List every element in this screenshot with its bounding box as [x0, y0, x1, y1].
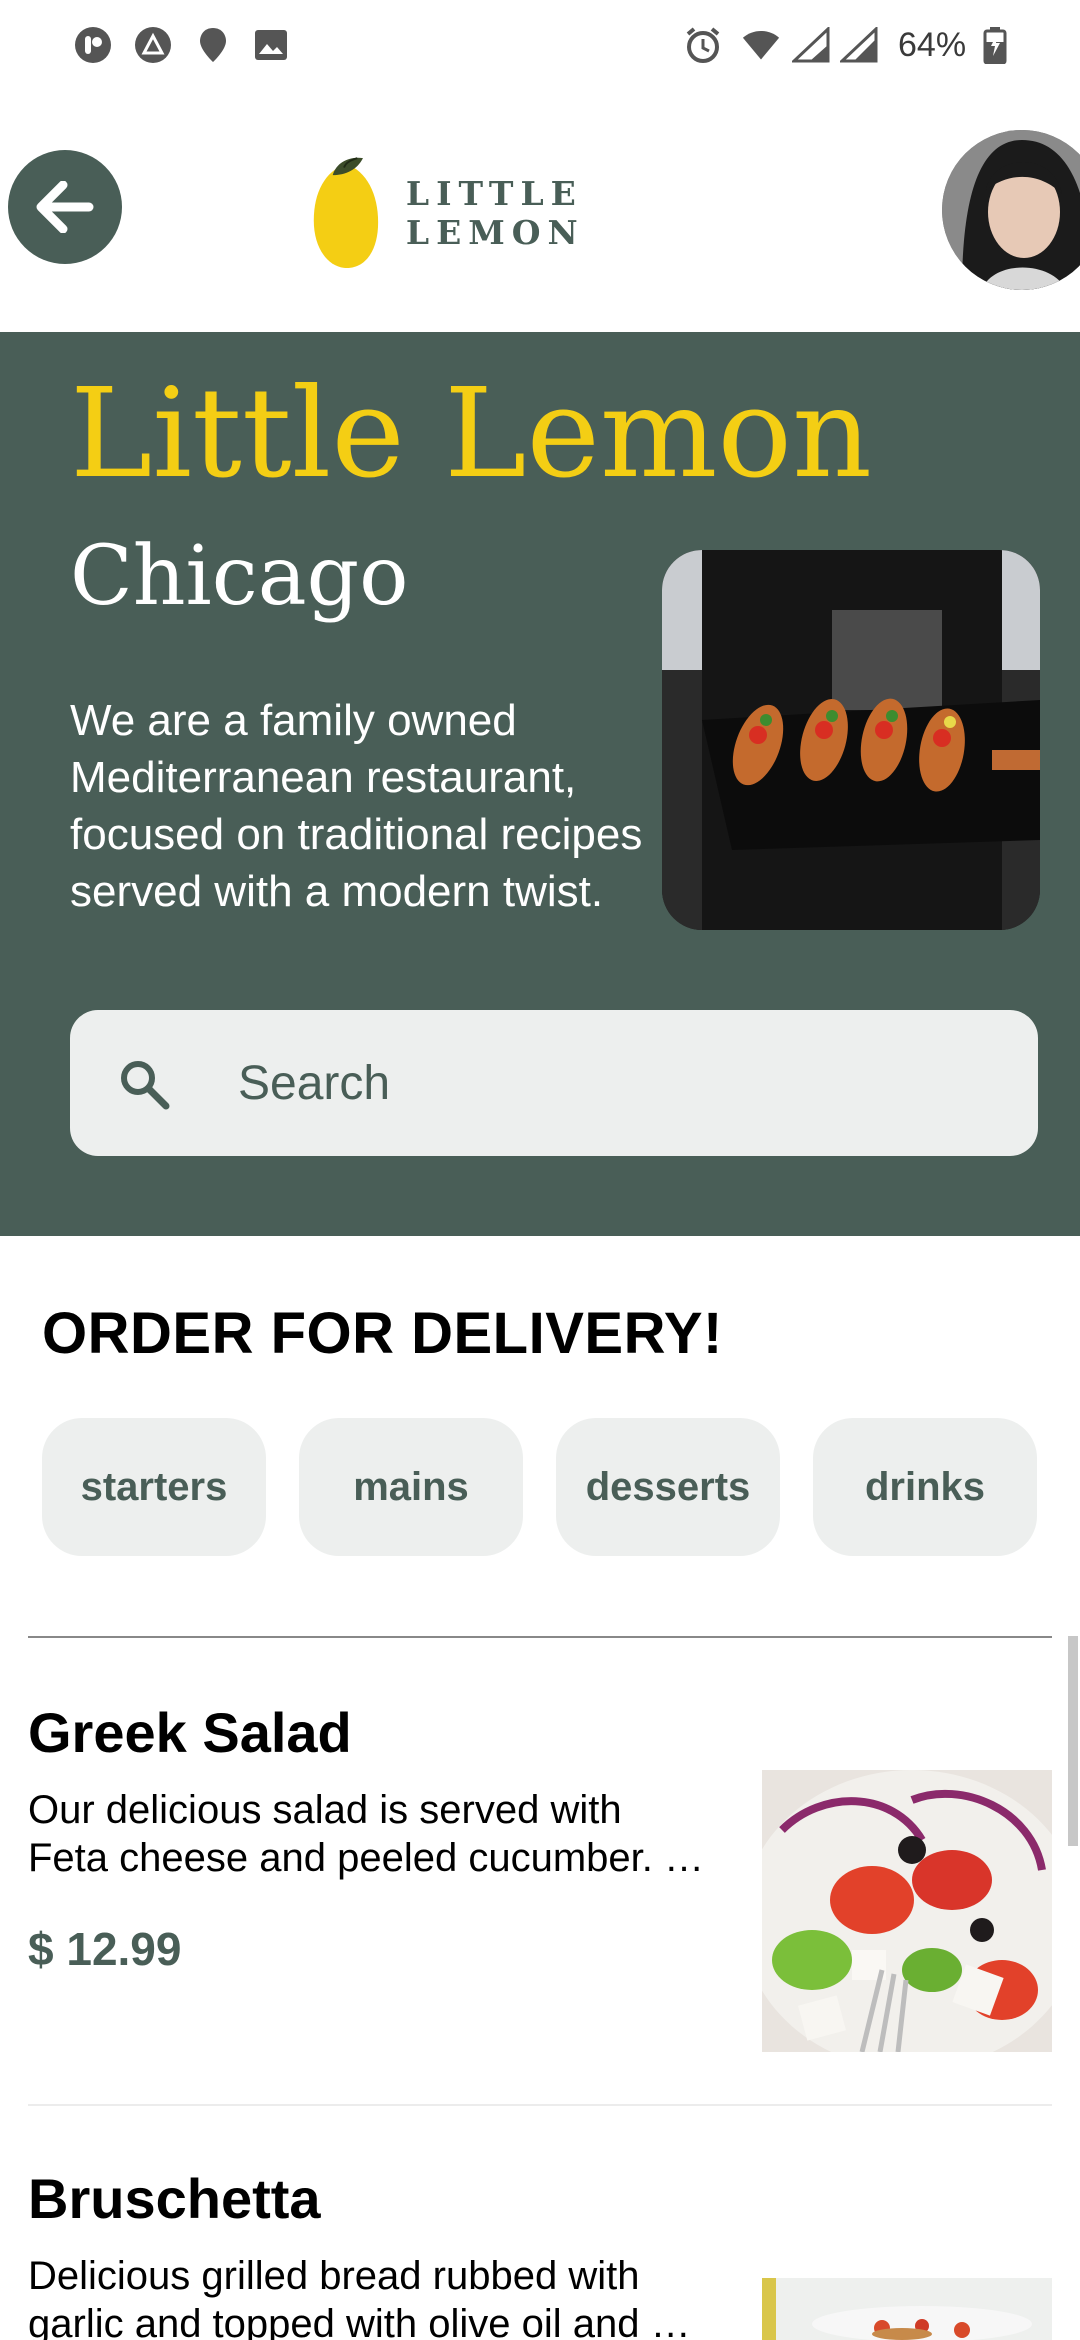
hero-title: Little Lemon — [70, 362, 872, 506]
category-chip-starters[interactable]: starters — [42, 1418, 266, 1556]
autodesk-icon — [134, 26, 172, 64]
menu-item-image — [762, 1770, 1052, 2052]
lemon-icon — [313, 157, 379, 269]
menu-item[interactable]: Bruschetta Delicious grilled bread rubbe… — [28, 2166, 1052, 2340]
back-button[interactable] — [8, 150, 122, 264]
search-input[interactable] — [238, 1048, 998, 1118]
menu-item-description: Delicious grilled bread rubbed with garl… — [28, 2252, 708, 2340]
section-divider — [28, 1636, 1052, 1638]
arrow-left-icon — [36, 181, 94, 233]
little-lemon-logo: LITTLE LEMON — [310, 148, 760, 278]
menu-item-description-line: Our delicious salad is served with — [28, 1788, 622, 1832]
menu-item-image — [762, 2278, 1052, 2340]
menu-item-description: Our delicious salad is served with Feta … — [28, 1786, 708, 1882]
app-header: LITTLE LEMON — [0, 92, 1080, 332]
menu-item-title: Bruschetta — [28, 2167, 321, 2230]
category-chip-mains[interactable]: mains — [299, 1418, 523, 1556]
hero-banner: Little Lemon Chicago We are a family own… — [0, 332, 1080, 1236]
profile-avatar[interactable] — [942, 130, 1080, 290]
category-chips: starters mains desserts drinks — [42, 1418, 1040, 1556]
battery-charging-icon — [976, 26, 1014, 64]
battery-percentage: 64% — [898, 26, 967, 64]
menu-item-description-line: garlic and topped with olive oil and sal… — [28, 2302, 708, 2340]
signal-icon — [792, 26, 830, 64]
avatar-image — [942, 130, 1080, 290]
hero-city: Chicago — [70, 529, 409, 624]
location-icon — [194, 26, 232, 64]
category-chip-desserts[interactable]: desserts — [556, 1418, 780, 1556]
hero-image — [662, 550, 1040, 930]
logo-text: LITTLE LEMON — [405, 174, 585, 252]
gallery-icon — [252, 26, 290, 64]
list-divider — [28, 2104, 1052, 2106]
search-bar[interactable] — [70, 1010, 1038, 1156]
hero-description: We are a family owned Mediterranean rest… — [70, 696, 643, 916]
status-bar: 64% — [0, 0, 1080, 92]
scrollbar-thumb[interactable] — [1068, 1636, 1078, 1846]
search-icon — [121, 1061, 170, 1110]
menu-item-description-line: Delicious grilled bread rubbed with — [28, 2254, 640, 2298]
menu-item-title: Greek Salad — [28, 1701, 352, 1764]
wifi-icon — [742, 26, 780, 64]
menu-item[interactable]: Greek Salad Our delicious salad is serve… — [28, 1700, 1052, 2060]
order-section-title: ORDER FOR DELIVERY! — [42, 1301, 723, 1366]
category-chip-drinks[interactable]: drinks — [813, 1418, 1037, 1556]
menu-item-description-line: Feta cheese and peeled cucumber. Include… — [28, 1836, 708, 1880]
alarm-icon — [684, 26, 722, 64]
signal-icon — [840, 26, 878, 64]
pocketcasts-icon — [74, 26, 112, 64]
menu-item-price: $ 12.99 — [28, 1923, 182, 1975]
